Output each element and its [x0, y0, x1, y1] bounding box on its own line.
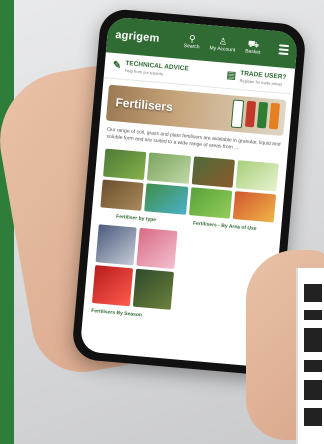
fertiliser-by-area-link[interactable]: Fertilisers - By Area of Use — [193, 220, 257, 232]
category-tile[interactable] — [103, 148, 147, 180]
category-tile[interactable] — [188, 186, 233, 219]
account-button[interactable]: ♙ My Account — [209, 36, 236, 53]
fertiliser-by-type-link[interactable]: Fertiliser by type — [116, 213, 156, 222]
advice-icon: ✎ — [112, 59, 122, 72]
season-tile[interactable] — [95, 223, 137, 265]
basket-button[interactable]: ⛟ Basket — [244, 38, 262, 56]
search-label: Search — [183, 42, 200, 50]
clipboard-icon: ▤ — [226, 69, 237, 82]
search-button[interactable]: ⚲ Search — [183, 33, 200, 50]
qr-code — [296, 268, 324, 444]
product-image — [256, 101, 269, 129]
left-accent-strip — [0, 0, 14, 444]
technical-advice-link[interactable]: ✎ TECHNICAL ADVICE Help from our experts — [112, 59, 189, 79]
category-tile[interactable] — [232, 190, 277, 222]
category-tile[interactable] — [147, 151, 191, 184]
season-tile[interactable] — [132, 268, 175, 310]
category-title: Fertilisers — [114, 95, 174, 115]
product-image — [244, 100, 257, 128]
season-tile[interactable] — [136, 227, 178, 269]
category-tile[interactable] — [191, 155, 235, 188]
trade-user-link[interactable]: ▤ TRADE USER? Register for trade prices — [226, 69, 287, 87]
category-tile[interactable] — [144, 182, 188, 215]
product-images — [230, 99, 281, 132]
product-image — [230, 99, 245, 129]
category-tile[interactable] — [100, 178, 144, 211]
basket-label: Basket — [244, 47, 261, 56]
hamburger-menu-icon[interactable] — [278, 44, 290, 56]
category-tile[interactable] — [235, 159, 279, 192]
account-label: My Account — [209, 44, 236, 53]
site-logo[interactable]: agrigem — [115, 29, 162, 45]
product-image — [268, 102, 281, 130]
season-tile[interactable] — [92, 264, 134, 306]
header-nav: ⚲ Search ♙ My Account ⛟ Basket — [161, 32, 290, 58]
